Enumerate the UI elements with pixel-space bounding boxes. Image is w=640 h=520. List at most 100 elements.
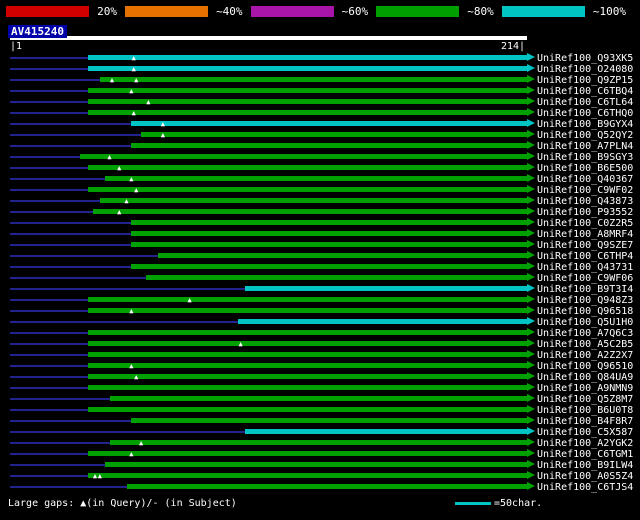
scale-label: ~100% — [592, 5, 626, 18]
alignment-bar[interactable] — [87, 55, 527, 60]
hit-label[interactable]: UniRef100_A0S5Z4 — [537, 471, 633, 482]
alignment-row: ▲ UniRef100_Q43873 — [0, 196, 640, 207]
hit-label[interactable]: UniRef100_A7PLN4 — [537, 141, 633, 152]
alignment-bar[interactable] — [104, 462, 527, 467]
alignment-bar[interactable] — [87, 352, 527, 357]
alignment-bar[interactable] — [245, 429, 527, 434]
alignment-bar[interactable] — [87, 99, 527, 104]
alignment-bar[interactable] — [141, 132, 527, 137]
hit-label[interactable]: UniRef100_Q84UA9 — [537, 372, 633, 383]
hit-label[interactable]: UniRef100_A9NMN9 — [537, 383, 633, 394]
hit-label[interactable]: UniRef100_C6THP4 — [537, 251, 633, 262]
alignment-bar[interactable] — [145, 275, 527, 280]
hit-label[interactable]: UniRef100_A7Q6C3 — [537, 328, 633, 339]
arrowhead-icon — [527, 97, 535, 105]
gap-marker-icon: ▲ — [238, 340, 243, 348]
alignment-bar[interactable] — [87, 88, 527, 93]
hit-label[interactable]: UniRef100_Q43873 — [537, 196, 633, 207]
hit-label[interactable]: UniRef100_B9GYX4 — [537, 119, 633, 130]
gap-marker-icon: ▲ — [129, 87, 134, 95]
alignment-bar[interactable] — [131, 121, 527, 126]
alignment-bar[interactable] — [87, 451, 527, 456]
hit-label[interactable]: UniRef100_Q52QY2 — [537, 130, 633, 141]
hit-label[interactable]: UniRef100_B4F8R7 — [537, 416, 633, 427]
arrowhead-icon — [527, 471, 535, 479]
alignment-row: UniRef100_Q5Z8M7 — [0, 394, 640, 405]
alignment-bar[interactable] — [87, 473, 527, 478]
hit-label[interactable]: UniRef100_A2Z2X7 — [537, 350, 633, 361]
gap-marker-icon: ▲ — [146, 98, 151, 106]
alignment-bar[interactable] — [238, 319, 527, 324]
gap-marker-icon: ▲ — [92, 472, 98, 480]
alignment-bar[interactable] — [87, 110, 527, 115]
alignment-row: ▲ UniRef100_Q40367 — [0, 174, 640, 185]
hit-label[interactable]: UniRef100_B9T3I4 — [537, 284, 633, 295]
hit-label[interactable]: UniRef100_B9ILW4 — [537, 460, 633, 471]
alignment-bar[interactable] — [131, 143, 527, 148]
alignment-bar[interactable] — [109, 396, 527, 401]
alignment-bar[interactable] — [131, 264, 527, 269]
alignment-bar[interactable] — [92, 209, 527, 214]
hit-label[interactable]: UniRef100_Q40367 — [537, 174, 633, 185]
alignment-bar[interactable] — [87, 308, 527, 313]
alignment-bar[interactable] — [245, 286, 527, 291]
hit-label[interactable]: UniRef100_Q96510 — [537, 361, 633, 372]
arrowhead-icon — [527, 284, 535, 292]
arrowhead-icon — [527, 339, 535, 347]
ruler-end-label: 214| — [501, 41, 526, 52]
alignment-bar[interactable] — [87, 187, 527, 192]
alignment-bar[interactable] — [99, 198, 527, 203]
hit-label[interactable]: UniRef100_O24080 — [537, 64, 633, 75]
alignment-bar[interactable] — [131, 418, 527, 423]
hit-label[interactable]: UniRef100_Q5U1H0 — [537, 317, 633, 328]
hit-label[interactable]: UniRef100_A8MRF4 — [537, 229, 633, 240]
alignment-bar[interactable] — [80, 154, 527, 159]
alignment-bar[interactable] — [104, 176, 527, 181]
hit-label[interactable]: UniRef100_C6THQ0 — [537, 108, 633, 119]
alignment-bar[interactable] — [87, 407, 527, 412]
alignment-bar[interactable] — [87, 385, 527, 390]
alignment-bar[interactable] — [131, 220, 527, 225]
hit-label[interactable]: UniRef100_C9WF06 — [537, 273, 633, 284]
hit-label[interactable]: UniRef100_Q5Z8M7 — [537, 394, 633, 405]
gap-marker-icon: ▲ — [134, 186, 139, 194]
hit-label[interactable]: UniRef100_C0Z2R5 — [537, 218, 633, 229]
alignment-bar[interactable] — [131, 242, 527, 247]
arrowhead-icon — [527, 361, 535, 369]
hit-label[interactable]: UniRef100_B9SGY3 — [537, 152, 633, 163]
hit-label[interactable]: UniRef100_Q9SZE7 — [537, 240, 633, 251]
alignment-row: UniRef100_A7PLN4 — [0, 141, 640, 152]
alignment-row: ▲ UniRef100_Q52QY2 — [0, 130, 640, 141]
hit-label[interactable]: UniRef100_C6TBQ4 — [537, 86, 633, 97]
alignment-bar[interactable] — [87, 297, 527, 302]
alignment-bar[interactable] — [131, 231, 527, 236]
alignment-bar[interactable] — [99, 77, 527, 82]
hit-label[interactable]: UniRef100_Q948Z3 — [537, 295, 633, 306]
alignment-bar[interactable] — [126, 484, 527, 489]
hit-label[interactable]: UniRef100_Q93XK5 — [537, 53, 633, 64]
arrowhead-icon — [527, 207, 535, 215]
hit-label[interactable]: UniRef100_C6TJS4 — [537, 482, 633, 493]
hit-label[interactable]: UniRef100_B6U0T8 — [537, 405, 633, 416]
hit-label[interactable]: UniRef100_C5X587 — [537, 427, 633, 438]
hit-label[interactable]: UniRef100_Q43731 — [537, 262, 633, 273]
alignment-bar[interactable] — [87, 374, 527, 379]
alignment-row: UniRef100_A7Q6C3 — [0, 328, 640, 339]
alignment-bar[interactable] — [87, 165, 527, 170]
hit-label[interactable]: UniRef100_P93552 — [537, 207, 633, 218]
hit-label[interactable]: UniRef100_C6TL64 — [537, 97, 633, 108]
alignment-bar[interactable] — [87, 330, 527, 335]
hit-label[interactable]: UniRef100_C6TGM1 — [537, 449, 633, 460]
alignment-bar[interactable] — [87, 66, 527, 71]
alignment-bar[interactable] — [158, 253, 527, 258]
hit-label[interactable]: UniRef100_Q9ZP15 — [537, 75, 633, 86]
alignment-bar[interactable] — [87, 341, 527, 346]
alignment-bar[interactable] — [87, 363, 527, 368]
alignment-row: ▲ UniRef100_C6THQ0 — [0, 108, 640, 119]
hit-label[interactable]: UniRef100_A2YGK2 — [537, 438, 633, 449]
hit-label[interactable]: UniRef100_C9WF02 — [537, 185, 633, 196]
hit-label[interactable]: UniRef100_B6E500 — [537, 163, 633, 174]
hit-label[interactable]: UniRef100_Q96518 — [537, 306, 633, 317]
hit-label[interactable]: UniRef100_A5C2B5 — [537, 339, 633, 350]
alignment-bar[interactable] — [109, 440, 527, 445]
